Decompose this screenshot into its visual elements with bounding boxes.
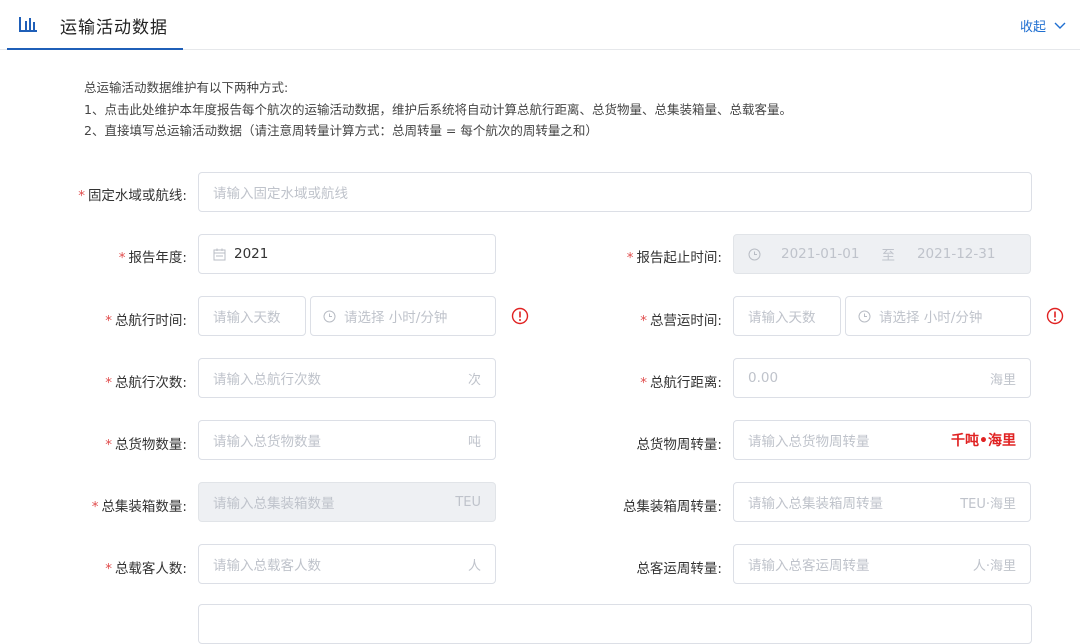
report-year-picker[interactable]: 2021 (198, 234, 496, 274)
instructions: 总运输活动数据维护有以下两种方式: 1、点击此处维护本年度报告每个航次的运输活动… (84, 77, 792, 142)
passenger-turnover-label: 总客运周转量: (636, 561, 722, 577)
sail-distance-input[interactable]: 0.00 海里 (733, 358, 1031, 398)
instruction-intro: 总运输活动数据维护有以下两种方式: (84, 80, 289, 95)
next-row-input[interactable] (198, 604, 1032, 644)
sail-count-input[interactable]: 请输入总航行次数 次 (198, 358, 496, 398)
sail-time-picker[interactable]: 请选择 小时/分钟 (310, 296, 496, 336)
passenger-qty-label: * 总载客人数: (105, 561, 187, 577)
container-qty-label: * 总集装箱数量: (91, 499, 187, 515)
instruction-option-2: 2、直接填写总运输活动数据（请注意周转量计算方式：总周转量 = 每个航次的周转量… (84, 123, 598, 138)
container-turnover-label: 总集装箱周转量: (622, 499, 722, 515)
unit-label: TEU (455, 494, 481, 510)
sail-time-label: * 总航行时间: (105, 313, 187, 329)
report-period-end: 2021-12-31 (916, 246, 996, 262)
bar-chart-icon (19, 17, 37, 32)
section-tab: 运输活动数据 (7, 0, 183, 50)
unit-label: 吨 (467, 434, 481, 450)
cargo-qty-label: * 总货物数量: (105, 437, 187, 453)
cargo-turnover-input[interactable]: 请输入总货物周转量 千吨•海里 (733, 420, 1031, 460)
warning-icon (511, 307, 529, 325)
chevron-down-icon (1054, 22, 1066, 29)
cargo-qty-input[interactable]: 请输入总货物数量 吨 (198, 420, 496, 460)
section-header: 运输活动数据 收起 (0, 0, 1080, 50)
unit-label: 次 (467, 372, 481, 388)
passenger-turnover-input[interactable]: 请输入总客运周转量 人·海里 (733, 544, 1031, 584)
warning-icon (1046, 307, 1064, 325)
report-period-range: 2021-01-01 至 2021-12-31 (733, 234, 1031, 274)
unit-label: 千吨•海里 (951, 433, 1016, 449)
clock-icon (858, 310, 871, 323)
container-qty-input: 请输入总集装箱数量 TEU (198, 482, 496, 522)
report-year-label: * 报告年度: (118, 250, 187, 266)
report-period-start: 2021-01-01 (781, 246, 860, 262)
section-title: 运输活动数据 (60, 18, 168, 38)
collapse-label: 收起 (1019, 20, 1046, 35)
fixed-waters-label: * 固定水域或航线: (78, 188, 187, 204)
collapse-button[interactable]: 收起 (1020, 16, 1066, 35)
report-period-label: * 报告起止时间: (626, 250, 722, 266)
operate-time-picker[interactable]: 请选择 小时/分钟 (845, 296, 1031, 336)
operate-days-input[interactable]: 请输入天数 (733, 296, 841, 336)
clock-icon (323, 310, 336, 323)
instruction-option-1[interactable]: 1、点击此处维护本年度报告每个航次的运输活动数据，维护后系统将自动计算总航行距离… (84, 99, 792, 121)
sail-days-input[interactable]: 请输入天数 (198, 296, 306, 336)
unit-label: 人·海里 (972, 558, 1016, 574)
sail-distance-label: * 总航行距离: (640, 375, 722, 391)
fixed-waters-input[interactable]: 请输入固定水域或航线 (198, 172, 1032, 212)
operate-time-label: * 总营运时间: (640, 313, 722, 329)
calendar-icon (213, 248, 226, 261)
report-period-sep: 至 (881, 248, 895, 264)
unit-label: 海里 (989, 372, 1016, 388)
sail-count-label: * 总航行次数: (105, 375, 187, 391)
unit-label: TEU·海里 (960, 496, 1016, 512)
cargo-turnover-label: 总货物周转量: (636, 437, 722, 453)
passenger-qty-input[interactable]: 请输入总载客人数 人 (198, 544, 496, 584)
unit-label: 人 (467, 558, 481, 574)
clock-icon (748, 248, 761, 261)
container-turnover-input[interactable]: 请输入总集装箱周转量 TEU·海里 (733, 482, 1031, 522)
report-year-value: 2021 (234, 246, 269, 262)
